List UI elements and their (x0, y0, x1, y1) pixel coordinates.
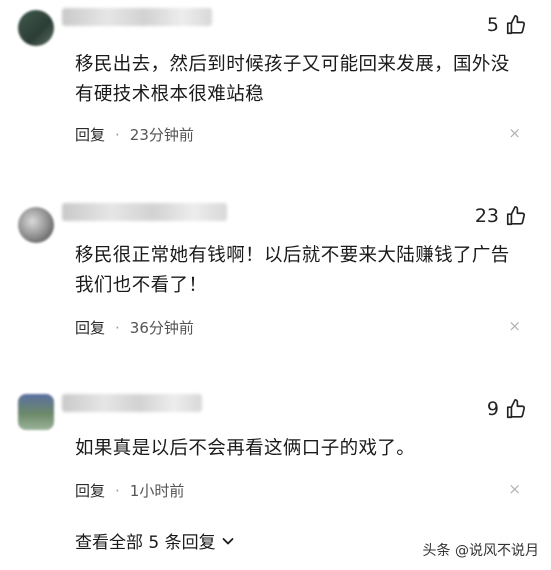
reply-button[interactable]: 回复 (75, 317, 105, 338)
reply-button[interactable]: 回复 (75, 480, 105, 501)
username[interactable] (62, 394, 202, 412)
thumbs-up-icon (506, 399, 526, 419)
thumbs-up-icon (506, 15, 526, 35)
comment-item: 23 移民很正常她有钱啊！以后就不要来大陆赚钱了广告我们也不看了！ 回复 · 3… (0, 195, 551, 355)
username[interactable] (62, 8, 212, 26)
separator-dot: · (115, 481, 120, 500)
chevron-down-icon (222, 537, 234, 544)
avatar[interactable] (18, 10, 54, 46)
timestamp: 23分钟前 (129, 126, 194, 144)
like-count: 5 (486, 14, 499, 36)
close-icon[interactable]: × (508, 480, 521, 498)
watermark: 头条 @说风不说月 (422, 543, 539, 559)
view-all-label: 查看全部 5 条回复 (75, 533, 216, 553)
view-all-replies-button[interactable]: 查看全部 5 条回复 (75, 528, 236, 553)
like-button[interactable]: 23 (475, 205, 527, 227)
username[interactable] (62, 203, 227, 221)
comment-meta: 回复 · 23分钟前 (75, 124, 194, 145)
timestamp: 1小时前 (129, 482, 185, 500)
like-count: 23 (474, 205, 499, 227)
comment-text: 移民出去，然后到时候孩子又可能回来发展，国外没有硬技术根本很难站稳 (75, 54, 510, 105)
comment-text: 如果真是以后不会再看这俩口子的戏了。 (75, 438, 416, 459)
comment-item: 9 如果真是以后不会再看这俩口子的戏了。 回复 · 1小时前 × (0, 388, 551, 508)
close-icon[interactable]: × (508, 124, 521, 142)
like-button[interactable]: 9 (487, 398, 527, 420)
close-icon[interactable]: × (508, 317, 521, 335)
comment-item: 5 移民出去，然后到时候孩子又可能回来发展，国外没有硬技术根本很难站稳 回复 ·… (0, 0, 551, 165)
timestamp: 36分钟前 (129, 319, 194, 337)
separator-dot: · (115, 125, 120, 144)
avatar[interactable] (18, 394, 54, 430)
like-count: 9 (486, 398, 499, 420)
like-button[interactable]: 5 (487, 14, 527, 36)
separator-dot: · (115, 318, 120, 337)
comment-meta: 回复 · 36分钟前 (75, 317, 194, 338)
avatar[interactable] (18, 207, 54, 243)
thumbs-up-icon (506, 206, 526, 226)
reply-button[interactable]: 回复 (75, 124, 105, 145)
comment-text: 移民很正常她有钱啊！以后就不要来大陆赚钱了广告我们也不看了！ (75, 245, 510, 296)
comment-meta: 回复 · 1小时前 (75, 480, 184, 501)
